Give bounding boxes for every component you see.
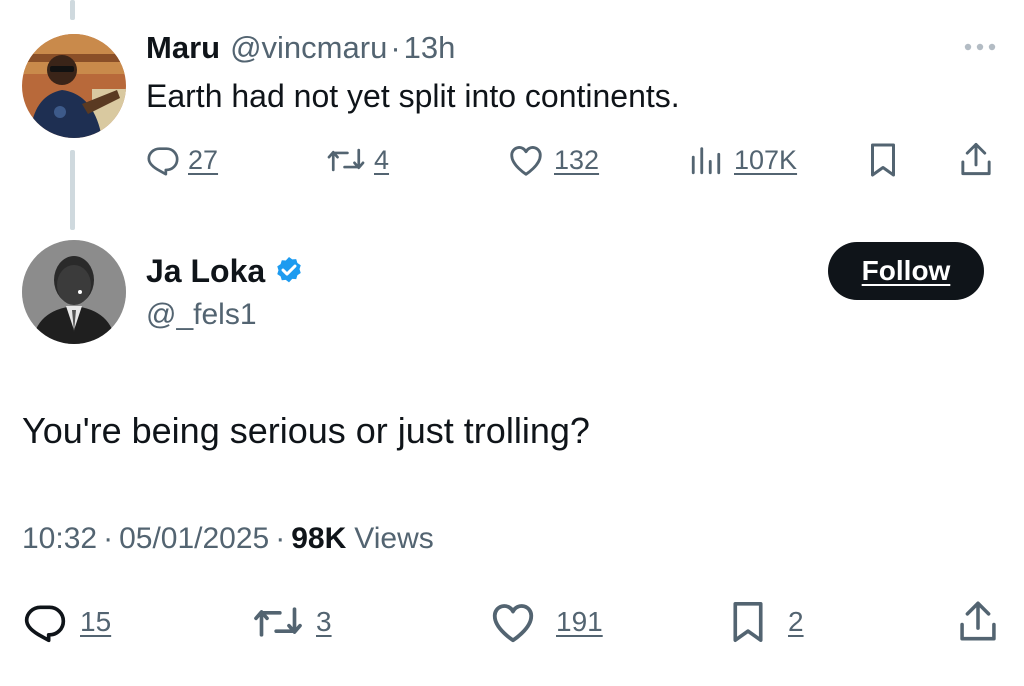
main-tweet-author: Ja Loka xyxy=(146,251,305,291)
bookmark-icon xyxy=(728,599,768,645)
parent-tweet-text: Earth had not yet split into continents. xyxy=(146,78,680,114)
avatar-maru[interactable] xyxy=(22,34,126,138)
reply-icon xyxy=(146,143,180,177)
retweet-icon xyxy=(326,143,366,177)
tweet-meta: 10:32 · 05/01/2025 · 98K Views xyxy=(22,522,434,556)
retweet-count: 4 xyxy=(374,144,390,175)
share-icon[interactable] xyxy=(956,598,1000,649)
views-label: Views xyxy=(354,522,434,555)
like-count: 132 xyxy=(554,144,600,175)
retweet-button[interactable]: 3 xyxy=(252,600,332,644)
reply-button[interactable]: 27 xyxy=(146,140,218,180)
like-button[interactable]: 191 xyxy=(490,600,603,644)
analytics-icon xyxy=(688,143,724,177)
thread-line-top xyxy=(70,0,75,20)
heart-icon xyxy=(508,143,544,177)
bookmark-button[interactable]: 2 xyxy=(728,600,804,644)
author-handle[interactable]: @vincmaru xyxy=(230,30,387,66)
bookmark-icon[interactable] xyxy=(866,142,900,183)
parent-tweet-header: Maru @vincmaru · 13h xyxy=(146,30,455,66)
reply-icon xyxy=(22,600,68,644)
reply-button[interactable]: 15 xyxy=(22,600,111,644)
retweet-count: 3 xyxy=(316,606,332,637)
avatar-ja-loka[interactable] xyxy=(22,240,126,344)
author-name[interactable]: Ja Loka xyxy=(146,253,265,290)
thread-line-bottom xyxy=(70,150,75,230)
meta-separator: · xyxy=(275,522,286,555)
author-name[interactable]: Maru xyxy=(146,30,220,66)
share-icon[interactable] xyxy=(958,140,994,183)
views-count: 98K xyxy=(291,522,347,555)
more-icon[interactable] xyxy=(962,40,998,54)
reply-count: 27 xyxy=(188,144,219,175)
author-handle[interactable]: @_fels1 xyxy=(146,298,257,332)
verified-badge-icon xyxy=(273,255,305,287)
main-tweet-text: You're being serious or just trolling? xyxy=(22,410,590,451)
header-separator: · xyxy=(390,30,401,65)
heart-icon xyxy=(490,600,536,644)
follow-button[interactable]: Follow xyxy=(828,242,984,300)
views-button[interactable]: 107K xyxy=(688,140,797,180)
reply-count: 15 xyxy=(80,606,112,637)
tweet-time[interactable]: 13h xyxy=(404,30,456,66)
meta-separator: · xyxy=(103,522,114,555)
retweet-button[interactable]: 4 xyxy=(326,140,389,180)
like-button[interactable]: 132 xyxy=(508,140,599,180)
tweet-time[interactable]: 10:32 xyxy=(22,522,97,556)
retweet-icon xyxy=(252,600,304,644)
bookmark-count: 2 xyxy=(788,606,804,637)
tweet-date[interactable]: 05/01/2025 xyxy=(119,522,269,556)
like-count: 191 xyxy=(556,606,603,637)
views-count: 107K xyxy=(734,144,798,175)
